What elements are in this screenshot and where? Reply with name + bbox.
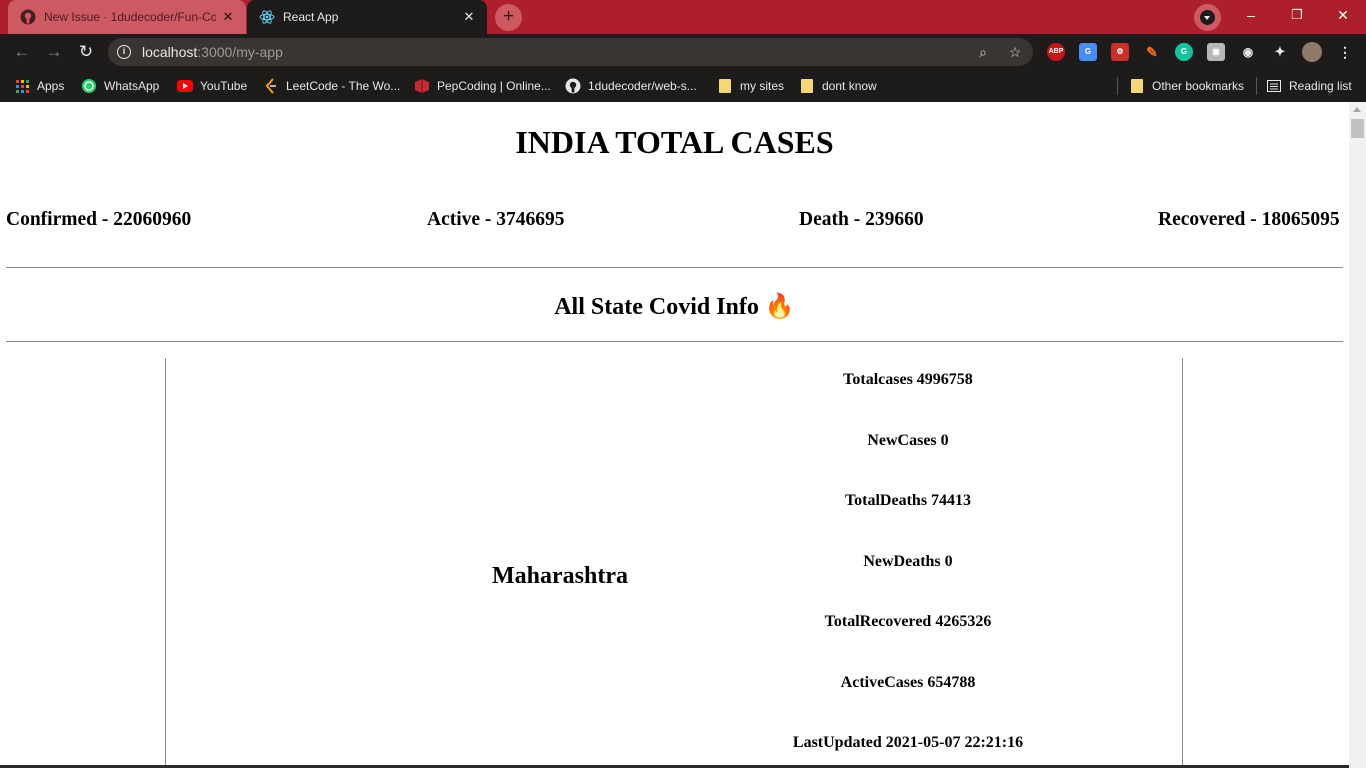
tab-title: New Issue · 1dudecoder/Fun-Covid (44, 10, 216, 24)
close-tab-icon[interactable]: ✕ (457, 9, 481, 25)
state-name: Maharashtra (492, 563, 628, 589)
github-icon (20, 9, 36, 25)
avatar[interactable] (1302, 42, 1322, 62)
whatsapp-icon (81, 78, 97, 94)
divider (6, 341, 1343, 342)
extension-icon[interactable]: ◉ (1239, 43, 1257, 61)
active-stat: Active - 3746695 (427, 209, 565, 230)
new-deaths: NewDeaths 0 (863, 553, 953, 570)
leetcode-icon (263, 78, 279, 94)
tab-github-issue[interactable]: New Issue · 1dudecoder/Fun-Covid ✕ (8, 0, 246, 34)
reading-list-button[interactable]: Reading list (1266, 77, 1352, 95)
grammarly-icon[interactable]: G (1175, 43, 1193, 61)
url-path: :3000/my-app (197, 44, 283, 60)
new-cases: NewCases 0 (867, 432, 949, 449)
bookmark-label: YouTube (200, 79, 248, 93)
confirmed-stat: Confirmed - 22060960 (6, 209, 192, 230)
page-content: INDIA TOTAL CASES Confirmed - 22060960 A… (0, 102, 1349, 768)
extension-icon[interactable]: ▣ (1207, 43, 1225, 61)
url-host: localhost (142, 44, 198, 60)
state-card: Maharashtra Totalcases 4996758 NewCases … (165, 358, 1183, 768)
tab-react-app[interactable]: React App ✕ (247, 0, 487, 34)
zoom-icon[interactable]: ⌕ (974, 43, 992, 61)
tab-title: React App (283, 10, 339, 24)
vertical-scrollbar[interactable] (1349, 102, 1366, 768)
menu-icon[interactable]: ⋮ (1336, 43, 1354, 61)
bookmark-whatsapp[interactable]: WhatsApp (81, 77, 159, 95)
github-icon (565, 78, 581, 94)
react-icon (259, 9, 275, 25)
maximize-button[interactable]: ❐ (1274, 0, 1320, 30)
bookmarks-divider (1117, 77, 1118, 95)
adblock-icon[interactable]: ABP (1047, 43, 1065, 61)
bookmark-label: dont know (822, 79, 877, 93)
bookmark-folder-my-sites[interactable]: my sites (717, 77, 784, 95)
bookmark-leetcode[interactable]: LeetCode - The Wo... (263, 77, 400, 95)
address-bar[interactable]: i localhost:3000/my-app ⌕ ☆ (108, 38, 1033, 66)
google-translate-icon[interactable]: G (1079, 43, 1097, 61)
section-title: All State Covid Info 🔥 (0, 292, 1349, 321)
bookmark-apps[interactable]: Apps (14, 77, 64, 95)
extension-icon[interactable]: ✎ (1143, 43, 1161, 61)
pepcoding-icon (414, 78, 430, 94)
chevron-down-icon (1200, 10, 1215, 25)
total-recovered: TotalRecovered 4265326 (824, 613, 992, 630)
active-cases: ActiveCases 654788 (840, 674, 976, 691)
last-updated: LastUpdated 2021-05-07 22:21:16 (792, 734, 1024, 751)
apps-grid-icon (14, 78, 30, 94)
total-cases: Totalcases 4996758 (843, 371, 973, 388)
puzzle-icon[interactable]: ✦ (1271, 43, 1289, 61)
reload-button[interactable]: ↻ (74, 40, 98, 64)
bookmark-folder-dont-know[interactable]: dont know (799, 77, 877, 95)
bookmark-label: Reading list (1289, 79, 1352, 93)
browser-toolbar: ← → ↻ i localhost:3000/my-app ⌕ ☆ ABP G … (0, 34, 1366, 70)
site-info-icon[interactable]: i (117, 45, 131, 59)
minimize-button[interactable]: – (1228, 0, 1274, 30)
total-deaths: TotalDeaths 74413 (844, 492, 972, 509)
bookmark-label: LeetCode - The Wo... (286, 79, 401, 93)
bookmark-label: Apps (37, 79, 65, 93)
reading-list-icon (1266, 78, 1282, 94)
bookmark-youtube[interactable]: YouTube (177, 77, 247, 95)
new-tab-button[interactable]: + (495, 4, 522, 31)
death-stat: Death - 239660 (799, 209, 924, 230)
back-button[interactable]: ← (10, 40, 34, 64)
bookmarks-bar: Apps WhatsApp YouTube LeetCode - The Wo.… (0, 70, 1366, 102)
bookmark-other-bookmarks[interactable]: Other bookmarks (1129, 77, 1244, 95)
bookmarks-divider (1256, 77, 1257, 95)
scrollbar-thumb[interactable] (1351, 119, 1364, 138)
divider (6, 267, 1343, 268)
bookmark-label: my sites (740, 79, 785, 93)
folder-icon (1129, 78, 1145, 94)
bookmark-label: 1dudecoder/web-s... (588, 79, 697, 93)
fire-icon: 🔥 (764, 294, 795, 320)
recovered-stat: Recovered - 18065095 (1158, 209, 1340, 230)
bookmark-github[interactable]: 1dudecoder/web-s... (565, 77, 697, 95)
bookmark-label: WhatsApp (104, 79, 160, 93)
bookmark-pepcoding[interactable]: PepCoding | Online... (414, 77, 551, 95)
bookmark-star-icon[interactable]: ☆ (1006, 43, 1024, 61)
folder-icon (717, 78, 733, 94)
section-title-text: All State Covid Info (554, 294, 759, 320)
scroll-up-icon[interactable] (1353, 107, 1361, 112)
youtube-icon (177, 78, 193, 94)
bookmark-label: Other bookmarks (1152, 79, 1245, 93)
bookmark-label: PepCoding | Online... (437, 79, 551, 93)
forward-button[interactable]: → (42, 40, 66, 64)
close-window-button[interactable]: ✕ (1320, 0, 1366, 30)
tab-strip: New Issue · 1dudecoder/Fun-Covid ✕ React… (0, 0, 1366, 34)
close-tab-icon[interactable]: ✕ (216, 9, 240, 25)
page-title: INDIA TOTAL CASES (515, 124, 834, 160)
url-text[interactable]: localhost:3000/my-app (142, 44, 283, 60)
folder-icon (799, 78, 815, 94)
extension-icon[interactable]: ⚙ (1111, 43, 1129, 61)
tab-search-button[interactable] (1194, 4, 1221, 31)
